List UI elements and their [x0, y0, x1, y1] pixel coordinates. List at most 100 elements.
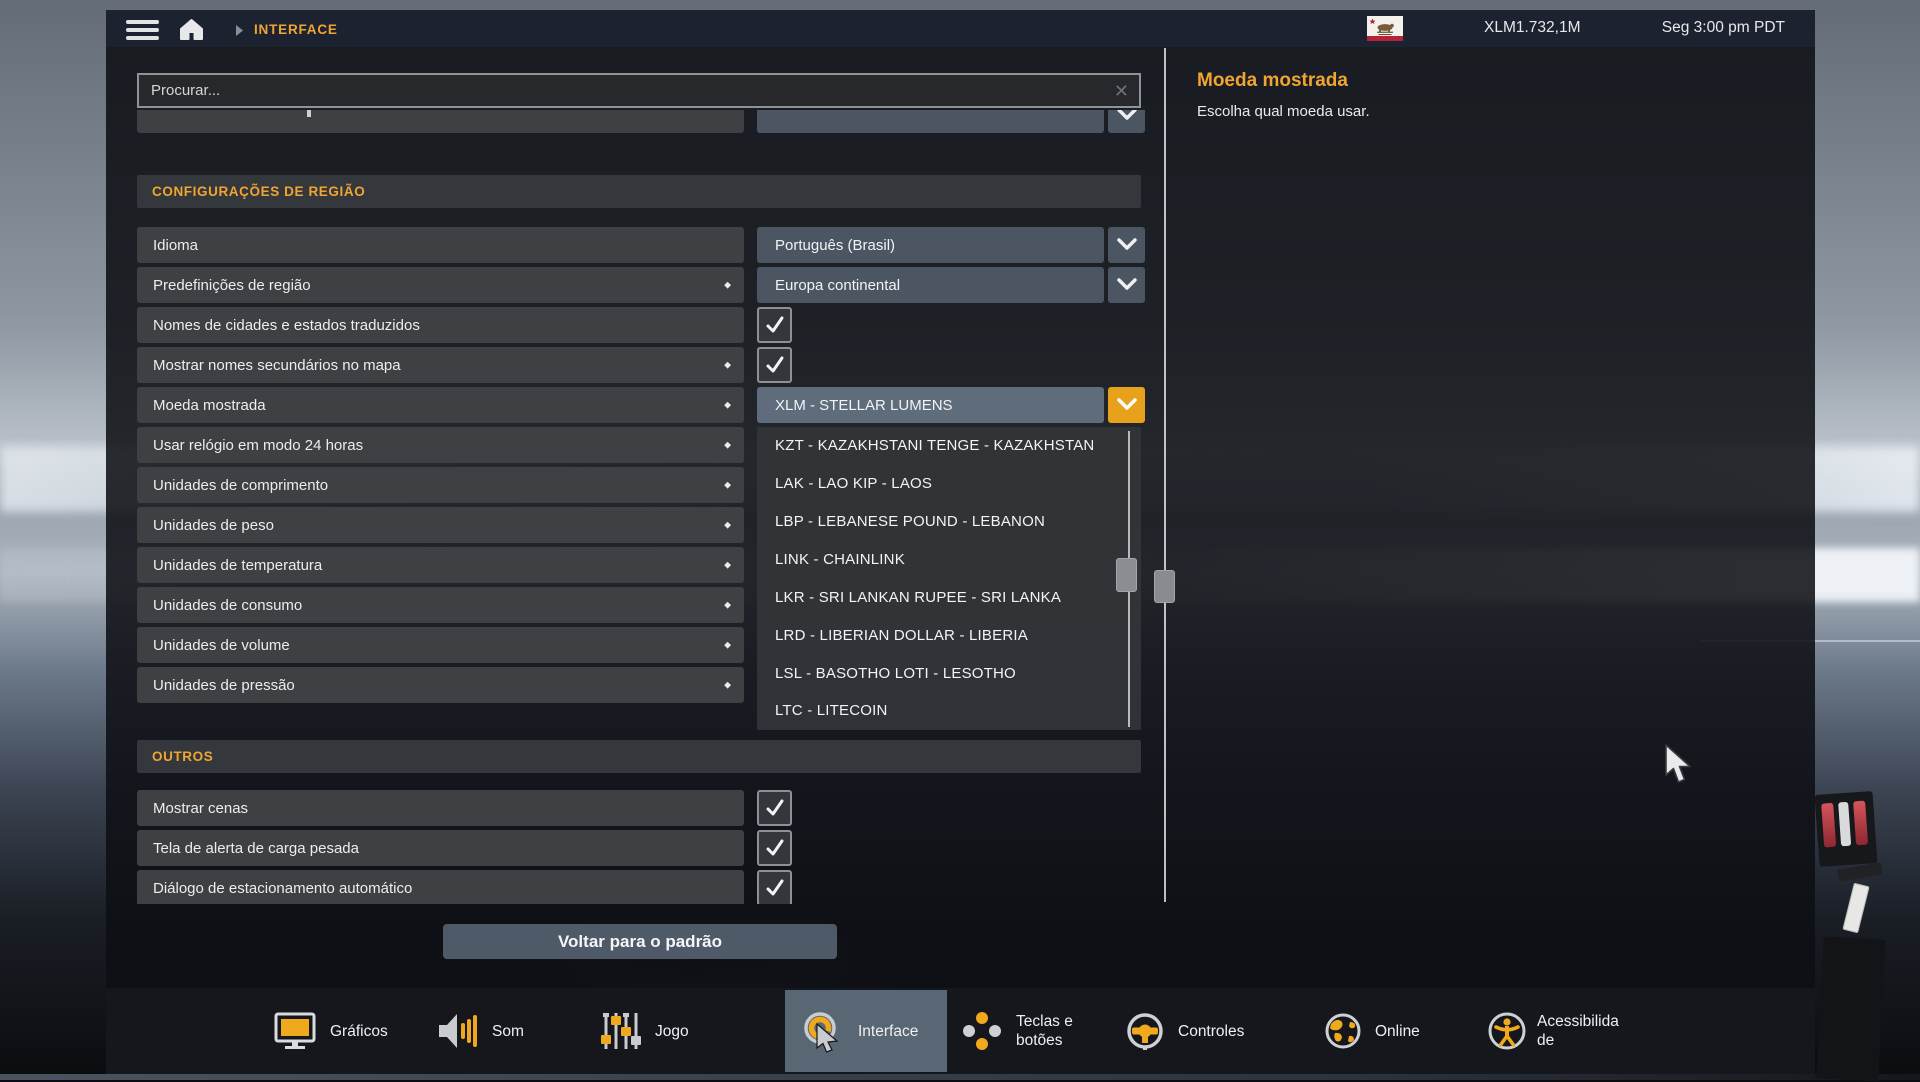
modified-diamond-icon: ◆: [724, 600, 731, 611]
tab-som[interactable]: Som: [492, 1022, 524, 1041]
row-idioma: Idioma Português (Brasil): [137, 227, 1166, 263]
bottom-nav: Gráficos Som Jogo: [106, 988, 1815, 1074]
currency-dropdown-selected[interactable]: XLM - STELLAR LUMENS: [757, 387, 1104, 423]
top-bar: INTERFACE XLM1.732,1M Seg 3:00 pm PDT: [106, 10, 1815, 47]
row-moeda-mostrada: Moeda mostrada ◆ XLM - STELLAR LUMENS: [137, 387, 1166, 423]
breadcrumb[interactable]: INTERFACE: [254, 22, 338, 37]
modified-diamond-icon: ◆: [724, 480, 731, 491]
speaker-icon[interactable]: [437, 1009, 481, 1053]
dropdown-scrollbar-thumb[interactable]: [1116, 558, 1137, 592]
modified-diamond-icon: ◆: [724, 560, 731, 571]
language-dropdown[interactable]: Português (Brasil): [757, 227, 1104, 263]
modified-diamond-icon: ◆: [724, 680, 731, 691]
checkbox-checked[interactable]: [757, 307, 792, 343]
setting-label-bar[interactable]: Unidades de pressão ◆: [137, 667, 744, 703]
globe-icon[interactable]: [1323, 1009, 1363, 1053]
setting-label-bar[interactable]: Tela de alerta de carga pesada: [137, 830, 744, 866]
buttons-dpad-icon[interactable]: [960, 1009, 1004, 1053]
row-predefinicoes: Predefinições de região ◆ Europa contine…: [137, 267, 1166, 303]
home-icon[interactable]: [178, 16, 205, 47]
monitor-icon[interactable]: [273, 1009, 317, 1053]
game-clock: Seg 3:00 pm PDT: [1662, 19, 1785, 37]
currency-option[interactable]: LRD - LIBERIAN DOLLAR - LIBERIA: [757, 616, 1141, 654]
accessibility-icon[interactable]: [1487, 1009, 1527, 1053]
mouse-cursor: [1664, 744, 1694, 791]
tab-jogo[interactable]: Jogo: [655, 1022, 689, 1041]
setting-label-bar[interactable]: [137, 110, 744, 133]
currency-option[interactable]: LSL - BASOTHO LOTI - LESOTHO: [757, 654, 1141, 692]
row-nomes-traduzidos: Nomes de cidades e estados traduzidos: [137, 307, 1166, 343]
region-flag-california[interactable]: [1367, 16, 1403, 46]
settings-scrollbar-track[interactable]: [1164, 48, 1166, 902]
chevron-down-icon[interactable]: [1108, 227, 1145, 263]
search-bar[interactable]: ✕: [137, 73, 1141, 108]
sliders-icon[interactable]: [600, 1009, 644, 1053]
section-header-region: CONFIGURAÇÕES DE REGIÃO: [137, 175, 1141, 208]
reset-defaults-button[interactable]: Voltar para o padrão: [443, 924, 837, 959]
interface-cursor-icon[interactable]: [802, 1009, 842, 1053]
help-description: Escolha qual moeda usar.: [1197, 103, 1370, 120]
section-header-outros: OUTROS: [137, 740, 1141, 773]
clear-search-icon[interactable]: ✕: [1104, 82, 1139, 100]
tab-graficos[interactable]: Gráficos: [330, 1022, 388, 1041]
taillight: [1821, 803, 1836, 848]
tab-controles[interactable]: Controles: [1178, 1022, 1244, 1041]
mudflap: [1816, 936, 1885, 1081]
settings-scrollbar-thumb[interactable]: [1154, 570, 1175, 603]
tab-acessibilidade[interactable]: Acessibilida de: [1537, 1012, 1619, 1050]
currency-option[interactable]: LKR - SRI LANKAN RUPEE - SRI LANKA: [757, 578, 1141, 616]
checkbox-checked[interactable]: [757, 830, 792, 866]
currency-option[interactable]: LINK - CHAINLINK: [757, 541, 1141, 579]
row-alerta-carga: Tela de alerta de carga pesada: [137, 830, 1166, 866]
row-estacionamento: Diálogo de estacionamento automático: [137, 870, 1166, 904]
setting-label-bar[interactable]: Unidades de consumo ◆: [137, 587, 744, 623]
currency-option[interactable]: KZT - KAZAKHSTANI TENGE - KAZAKHSTAN: [757, 427, 1141, 465]
help-title: Moeda mostrada: [1197, 70, 1348, 92]
currency-option[interactable]: LAK - LAO KIP - LAOS: [757, 465, 1141, 503]
row-mostrar-cenas: Mostrar cenas: [137, 790, 1166, 826]
tab-teclas-botoes[interactable]: Teclas e botões: [1016, 1012, 1073, 1050]
steering-wheel-icon[interactable]: [1123, 1009, 1167, 1053]
clipped-row: [106, 110, 1166, 133]
currency-option[interactable]: LTC - LITECOIN: [757, 692, 1141, 730]
menu-icon[interactable]: [126, 20, 159, 40]
chevron-down-icon[interactable]: [1108, 110, 1145, 133]
checkbox-checked[interactable]: [757, 790, 792, 826]
modified-diamond-icon: ◆: [724, 520, 731, 531]
setting-label-bar[interactable]: Mostrar nomes secundários no mapa ◆: [137, 347, 744, 383]
setting-label-bar[interactable]: Unidades de comprimento ◆: [137, 467, 744, 503]
modified-diamond-icon: ◆: [724, 440, 731, 451]
tab-interface[interactable]: Interface: [858, 1022, 918, 1041]
currency-option[interactable]: LBP - LEBANESE POUND - LEBANON: [757, 503, 1141, 541]
taillight: [1853, 801, 1868, 846]
setting-label-bar[interactable]: Unidades de volume ◆: [137, 627, 744, 663]
region-preset-dropdown[interactable]: Europa continental: [757, 267, 1104, 303]
breadcrumb-chevron-icon: [236, 23, 244, 41]
setting-label-bar[interactable]: Idioma: [137, 227, 744, 263]
setting-label-bar[interactable]: Unidades de peso ◆: [137, 507, 744, 543]
ground-strip: [0, 1074, 1920, 1080]
search-input[interactable]: [139, 82, 1104, 99]
xlm-balance: XLM1.732,1M: [1484, 19, 1581, 37]
setting-label-bar[interactable]: Predefinições de região ◆: [137, 267, 744, 303]
chevron-down-icon[interactable]: [1108, 267, 1145, 303]
setting-label-bar[interactable]: Moeda mostrada ◆: [137, 387, 744, 423]
setting-label-bar[interactable]: Diálogo de estacionamento automático: [137, 870, 744, 904]
chevron-down-icon-open[interactable]: [1108, 387, 1145, 423]
tab-online[interactable]: Online: [1375, 1022, 1420, 1041]
modified-diamond-icon: ◆: [724, 640, 731, 651]
checkbox-checked[interactable]: [757, 347, 792, 383]
setting-label-bar[interactable]: Usar relógio em modo 24 horas ◆: [137, 427, 744, 463]
setting-label-bar[interactable]: Unidades de temperatura ◆: [137, 547, 744, 583]
modified-diamond-icon: ◆: [724, 400, 731, 411]
modified-diamond-icon: ◆: [724, 360, 731, 371]
currency-dropdown-list: KZT - KAZAKHSTANI TENGE - KAZAKHSTAN LAK…: [757, 427, 1141, 730]
setting-label-bar[interactable]: Nomes de cidades e estados traduzidos: [137, 307, 744, 343]
reverse-light: [1838, 802, 1851, 847]
setting-label-bar[interactable]: Mostrar cenas: [137, 790, 744, 826]
setting-value-bar[interactable]: [757, 110, 1104, 133]
row-nomes-secundarios: Mostrar nomes secundários no mapa ◆: [137, 347, 1166, 383]
checkbox-checked[interactable]: [757, 870, 792, 904]
license-plate: [1842, 883, 1869, 933]
clipped-marker: [307, 110, 311, 117]
